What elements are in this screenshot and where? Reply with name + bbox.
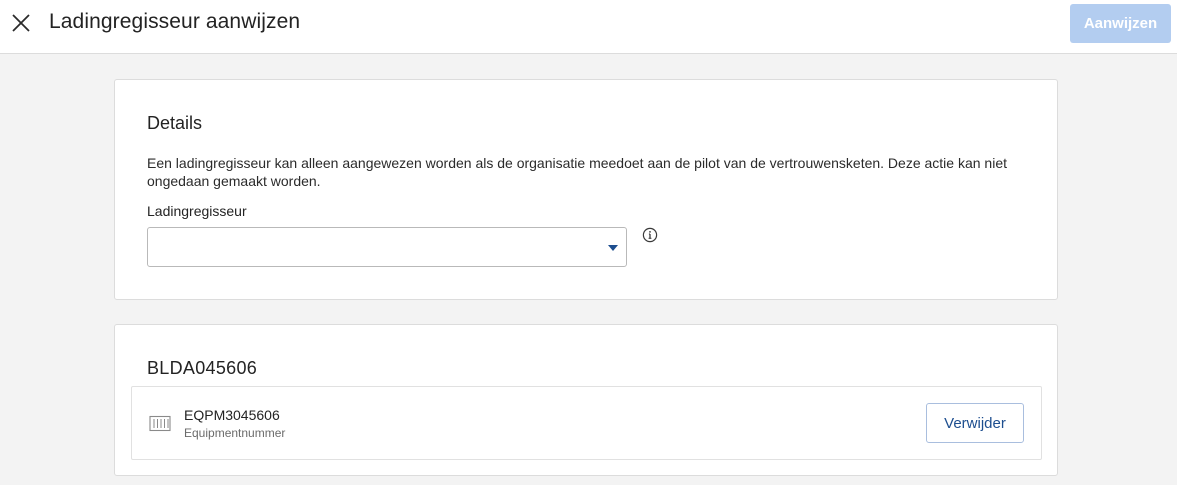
close-button[interactable] <box>10 12 32 34</box>
info-icon[interactable] <box>642 227 658 243</box>
chevron-down-icon <box>608 245 618 251</box>
assign-button[interactable]: Aanwijzen <box>1070 4 1171 43</box>
details-card: Details Een ladingregisseur kan alleen a… <box>114 79 1058 300</box>
details-description: Een ladingregisseur kan alleen aangeweze… <box>147 155 1008 189</box>
shipment-id: BLDA045606 <box>147 358 258 378</box>
list-item: EQPM3045606 Equipmentnummer Verwijder <box>131 386 1042 460</box>
equipment-number-label: Equipmentnummer <box>184 426 286 440</box>
remove-button[interactable]: Verwijder <box>926 403 1024 443</box>
container-icon <box>149 415 171 432</box>
equipment-number: EQPM3045606 <box>184 407 280 423</box>
close-icon <box>12 14 30 32</box>
page-title: Ladingregisseur aanwijzen <box>49 10 301 33</box>
ladingregisseur-label: Ladingregisseur <box>147 203 247 219</box>
equipment-card: BLDA045606 EQPM3045606 Equipmentnummer V… <box>114 324 1058 476</box>
details-title: Details <box>147 113 203 133</box>
top-bar: Ladingregisseur aanwijzen Aanwijzen <box>0 0 1177 54</box>
ladingregisseur-select[interactable] <box>147 227 627 267</box>
